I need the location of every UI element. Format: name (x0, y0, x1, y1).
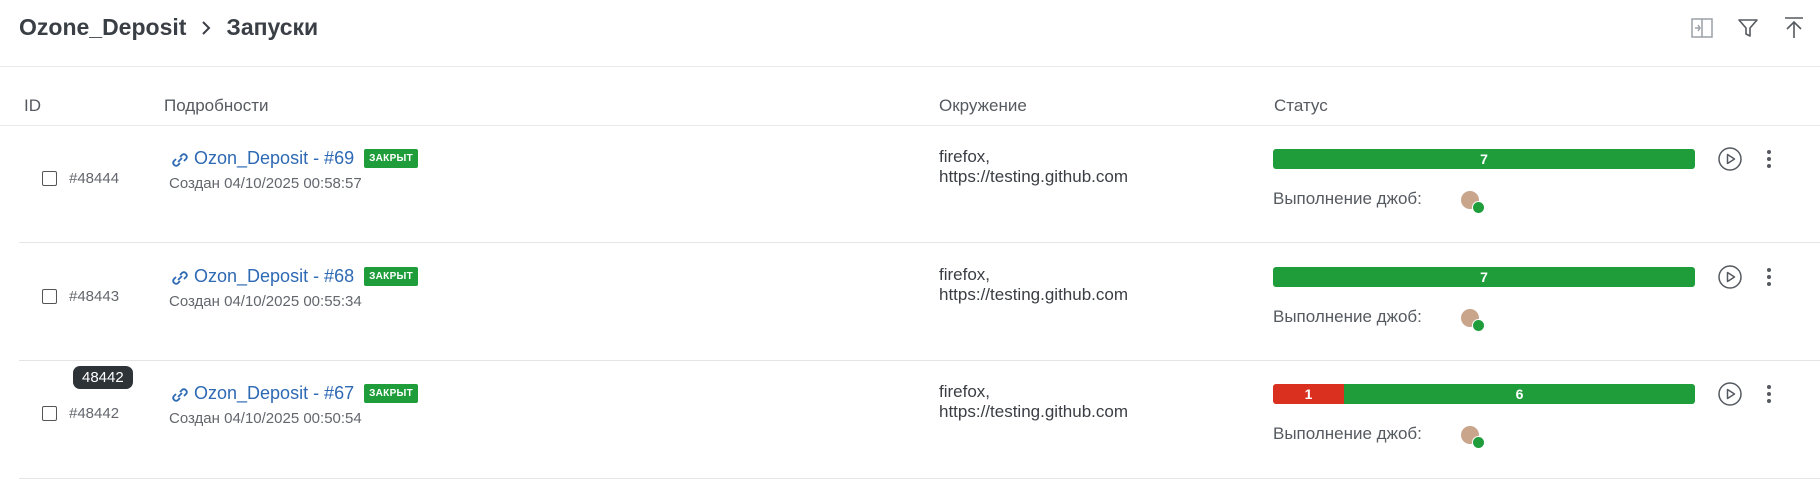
avatar (1461, 426, 1485, 449)
env-browser: firefox, (939, 382, 991, 401)
row-checkbox[interactable] (42, 289, 57, 304)
environment: firefox, https://testing.github.com (939, 382, 1128, 422)
more-vert-icon[interactable] (1756, 264, 1782, 290)
page-title: Запуски (226, 14, 319, 40)
env-url: https://testing.github.com (939, 167, 1128, 186)
result-bar: 7 (1273, 149, 1695, 169)
status-badge: ЗАКРЫТ (364, 384, 419, 403)
row-checkbox[interactable] (42, 171, 57, 186)
play-icon[interactable] (1717, 381, 1743, 407)
avatar (1461, 191, 1485, 214)
run-link[interactable]: Ozon_Deposit - #69 ЗАКРЫТ (169, 148, 419, 169)
run-id: #48444 (69, 170, 120, 187)
play-icon[interactable] (1717, 146, 1743, 172)
bar-segment-passed: 7 (1273, 267, 1695, 287)
created-date: Создан 04/10/2025 00:58:57 (169, 175, 362, 192)
status-badge: ЗАКРЫТ (364, 149, 419, 168)
created-date: Создан 04/10/2025 00:50:54 (169, 410, 362, 427)
bar-segment-passed: 7 (1273, 149, 1695, 169)
run-link[interactable]: Ozon_Deposit - #68 ЗАКРЫТ (169, 266, 419, 287)
online-status-icon (1472, 201, 1485, 214)
online-status-icon (1472, 319, 1485, 332)
bar-segment-failed: 1 (1273, 384, 1344, 404)
table-row: #48443 Ozon_Deposit - #68 ЗАКРЫТ Создан … (19, 243, 1820, 361)
run-id: #48443 (69, 288, 120, 305)
online-status-icon (1472, 436, 1485, 449)
jobs-label: Выполнение джоб: (1273, 189, 1422, 208)
env-url: https://testing.github.com (939, 285, 1128, 304)
id-tooltip: 48442 (73, 366, 133, 389)
column-header-status: Статус (1274, 96, 1328, 115)
table-row: #48444 Ozon_Deposit - #69 ЗАКРЫТ Создан … (19, 125, 1820, 243)
jobs-label: Выполнение джоб: (1273, 307, 1422, 326)
row-checkbox[interactable] (42, 406, 57, 421)
scroll-top-icon[interactable] (1780, 14, 1808, 42)
bar-segment-passed: 6 (1344, 384, 1695, 404)
result-bar: 7 (1273, 267, 1695, 287)
env-browser: firefox, (939, 265, 991, 284)
column-header-details: Подробности (164, 96, 269, 115)
filter-icon[interactable] (1734, 14, 1762, 42)
breadcrumb: Ozone_Deposit Запуски (19, 14, 318, 41)
more-vert-icon[interactable] (1756, 146, 1782, 172)
jobs-label: Выполнение джоб: (1273, 424, 1422, 443)
breadcrumb-project[interactable]: Ozone_Deposit (19, 14, 186, 41)
table-header: ID Подробности Окружение Статус (0, 92, 1820, 126)
play-icon[interactable] (1717, 264, 1743, 290)
avatar (1461, 309, 1485, 332)
environment: firefox, https://testing.github.com (939, 265, 1128, 305)
run-title: Ozon_Deposit - #69 (194, 148, 355, 168)
created-date: Создан 04/10/2025 00:55:34 (169, 293, 362, 310)
link-icon (172, 387, 188, 402)
run-title: Ozon_Deposit - #68 (194, 266, 355, 286)
run-link[interactable]: Ozon_Deposit - #67 ЗАКРЫТ (169, 383, 419, 404)
toolbar (1688, 14, 1808, 42)
status-badge: ЗАКРЫТ (364, 267, 419, 286)
link-icon (172, 270, 188, 285)
environment: firefox, https://testing.github.com (939, 147, 1128, 187)
more-vert-icon[interactable] (1756, 381, 1782, 407)
link-icon (172, 152, 188, 167)
compare-icon[interactable] (1688, 14, 1716, 42)
chevron-right-icon (200, 19, 212, 37)
env-browser: firefox, (939, 147, 991, 166)
run-title: Ozon_Deposit - #67 (194, 383, 355, 403)
env-url: https://testing.github.com (939, 402, 1128, 421)
run-id: #48442 (69, 405, 120, 422)
table-row: #48442 Ozon_Deposit - #67 ЗАКРЫТ Создан … (19, 361, 1820, 479)
result-bar: 1 6 (1273, 384, 1695, 404)
page-header: Ozone_Deposit Запуски (0, 0, 1820, 67)
column-header-env: Окружение (939, 96, 1027, 115)
column-header-id: ID (24, 96, 41, 115)
